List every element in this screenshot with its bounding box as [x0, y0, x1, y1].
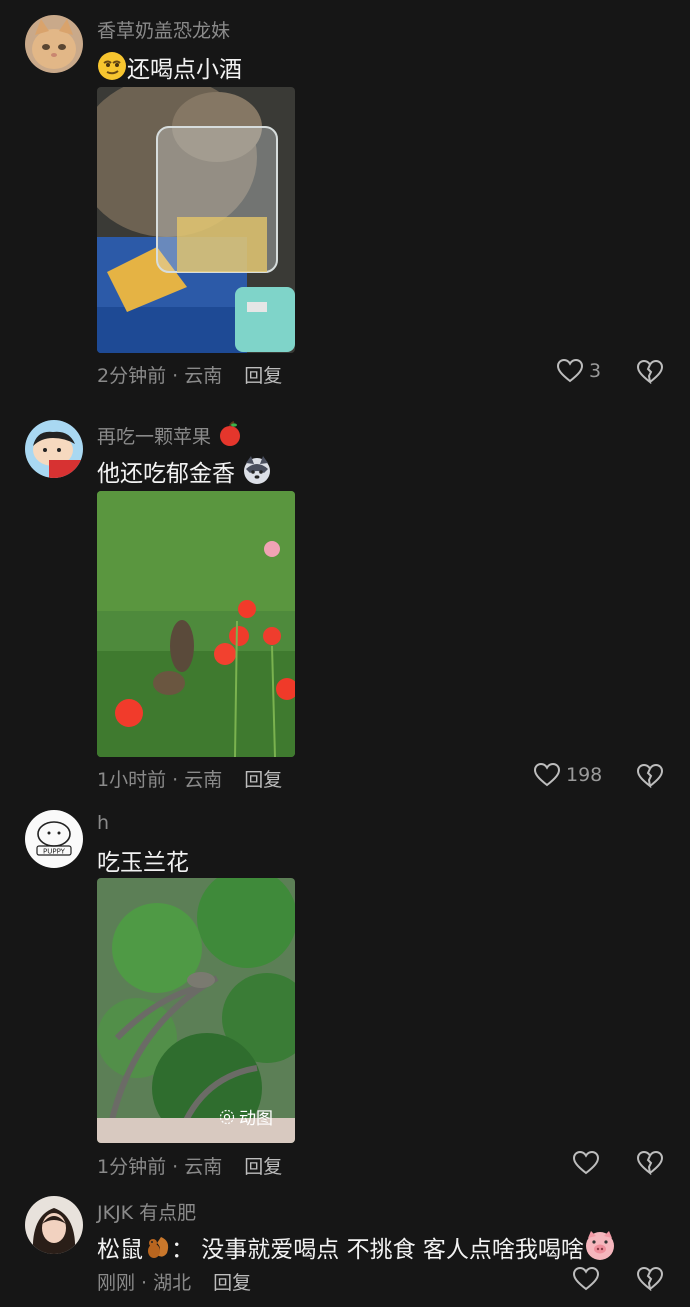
username[interactable]: 香草奶盖恐龙妹 — [97, 16, 230, 43]
reply-button[interactable]: 回复 — [244, 769, 282, 791]
broken-heart-icon — [636, 1266, 664, 1292]
comment-text: 松鼠 ： 没事就爱喝点 不挑食 客人点啥我喝啥 — [97, 1229, 616, 1267]
reply-button[interactable]: 回复 — [244, 365, 282, 387]
heart-icon — [557, 359, 583, 383]
time-location: 1分钟前 · 云南 — [97, 1156, 223, 1178]
comment-text-prefix: 松鼠 — [97, 1237, 143, 1263]
comment-text-label: 还喝点小酒 — [127, 57, 242, 83]
username[interactable]: h — [97, 812, 109, 834]
svg-text:PUPPY: PUPPY — [43, 848, 66, 856]
comment-photo[interactable] — [97, 491, 295, 757]
heart-icon — [573, 1267, 599, 1291]
live-photo-icon — [219, 1109, 235, 1124]
squirrel-icon — [143, 1233, 171, 1267]
comment-photo[interactable] — [97, 87, 295, 353]
heart-icon — [573, 1151, 599, 1175]
animated-badge-label: 动图 — [239, 1109, 273, 1129]
comment-text: 他还吃郁金香 — [97, 454, 272, 491]
reply-button[interactable]: 回复 — [244, 1156, 282, 1178]
comment-text-label: ： 没事就爱喝点 不挑食 客人点啥我喝啥 — [171, 1237, 584, 1263]
pig-face-icon — [584, 1229, 616, 1267]
time-location: 1小时前 · 云南 — [97, 769, 223, 791]
comment-text-label: 他还吃郁金香 — [97, 461, 235, 487]
username[interactable]: 再吃一颗苹果 — [97, 421, 243, 452]
username[interactable]: JKJK 有点肥 — [97, 1198, 196, 1225]
like-button[interactable] — [573, 1151, 599, 1175]
red-apple-icon — [217, 421, 243, 452]
comment-meta: 1分钟前 · 云南 回复 — [97, 1152, 282, 1179]
time-location: 2分钟前 · 云南 — [97, 365, 223, 387]
comment-meta: 刚刚 · 湖北 回复 — [97, 1268, 251, 1295]
time-location: 刚刚 · 湖北 — [97, 1272, 192, 1294]
reply-button[interactable]: 回复 — [213, 1272, 251, 1294]
broken-heart-icon — [636, 359, 664, 385]
avatar[interactable] — [25, 420, 83, 478]
comment-meta: 1小时前 · 云南 回复 — [97, 765, 282, 792]
like-button[interactable]: 198 — [534, 763, 602, 787]
comment-text: 还喝点小酒 — [97, 50, 242, 87]
animated-badge: 动图 — [219, 1104, 273, 1129]
heart-icon — [534, 763, 560, 787]
dislike-button[interactable] — [636, 1150, 664, 1177]
broken-heart-icon — [636, 1150, 664, 1176]
username-label: 再吃一颗苹果 — [97, 426, 212, 448]
avatar[interactable]: PUPPY — [25, 810, 83, 868]
comment-meta: 2分钟前 · 云南 回复 — [97, 361, 282, 388]
like-count: 3 — [589, 360, 602, 382]
comment-text: 吃玉兰花 — [97, 850, 189, 876]
dislike-button[interactable] — [636, 359, 664, 386]
husky-face-icon — [242, 455, 272, 491]
comment-photo[interactable]: 动图 — [97, 878, 295, 1143]
dislike-button[interactable] — [636, 1266, 664, 1293]
like-button[interactable]: 3 — [557, 359, 601, 383]
broken-heart-icon — [636, 763, 664, 789]
like-button[interactable] — [573, 1267, 599, 1291]
smirk-face-icon — [97, 51, 127, 87]
like-count: 198 — [566, 764, 603, 786]
dislike-button[interactable] — [636, 763, 664, 790]
avatar[interactable] — [25, 1196, 83, 1254]
avatar[interactable] — [25, 15, 83, 73]
